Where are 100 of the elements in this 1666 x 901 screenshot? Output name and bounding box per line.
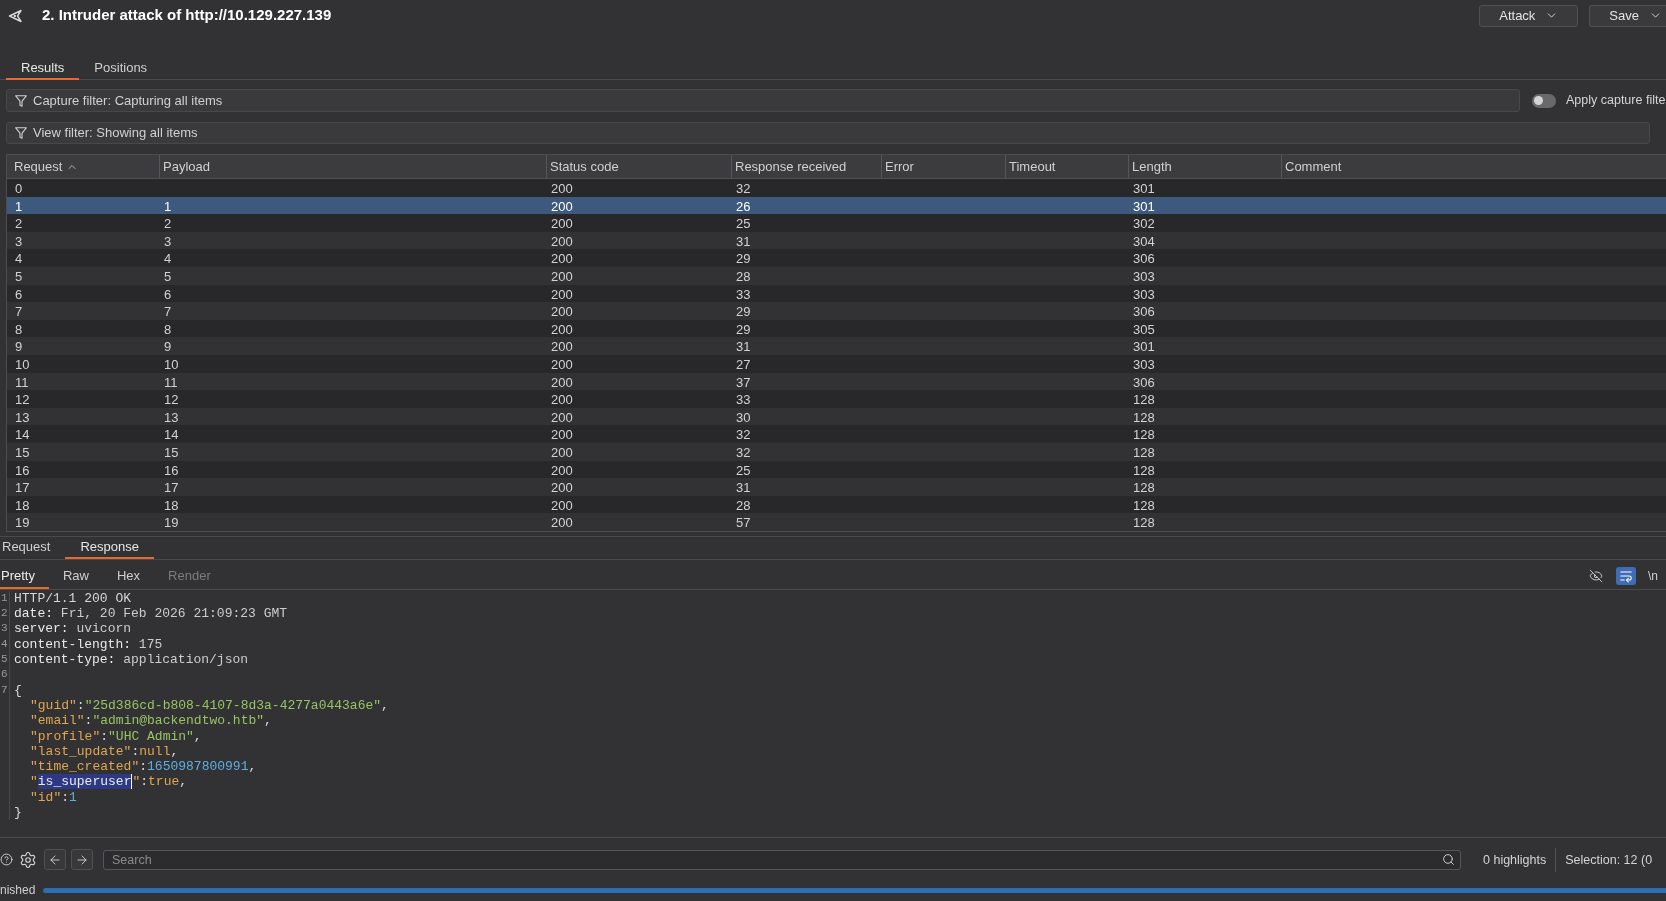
table-cell: 12 — [164, 392, 179, 408]
column-header[interactable]: Length — [1129, 155, 1282, 178]
line-number: 5 — [1, 653, 8, 666]
line-number: 7 — [1, 683, 8, 696]
table-cell: 7 — [164, 304, 172, 320]
table-cell: 57 — [736, 515, 751, 531]
table-cell: 303 — [1133, 356, 1155, 372]
tab[interactable]: Results — [6, 58, 80, 80]
table-cell: 200 — [551, 497, 573, 513]
table-cell: 2 — [15, 216, 23, 232]
table-cell: 9 — [164, 339, 172, 355]
table-cell: 12 — [15, 392, 30, 408]
table-cell: 30 — [736, 409, 751, 425]
table-cell: 302 — [1133, 216, 1155, 232]
table-cell: 32 — [736, 181, 751, 196]
newline-toggle-button[interactable]: \n — [1646, 567, 1660, 586]
table-row[interactable]: 12 12 200 33 128 — [7, 390, 1666, 408]
search-icon[interactable] — [1442, 853, 1455, 867]
table-cell: 31 — [736, 480, 751, 496]
toggle-switch[interactable] — [1532, 93, 1556, 108]
table-cell: 200 — [551, 304, 573, 320]
wrap-toggle-button[interactable] — [1616, 567, 1636, 586]
table-cell: 28 — [736, 268, 751, 284]
table-cell: 16 — [164, 462, 179, 478]
tab[interactable]: Positions — [79, 58, 163, 80]
code-line: "email":"admin@backendtwo.htb", — [30, 713, 272, 729]
settings-icon[interactable] — [19, 850, 37, 869]
table-row[interactable]: 0 200 32 301 — [7, 179, 1666, 197]
table-cell: 200 — [551, 198, 573, 214]
tab: Render — [154, 563, 225, 589]
code-line: HTTP/1.1 200 OK — [14, 590, 132, 606]
column-header[interactable]: Payload — [160, 155, 547, 178]
table-cell: 19 — [164, 515, 179, 531]
table-cell: 200 — [551, 444, 573, 460]
column-header[interactable]: Request — [7, 155, 160, 178]
table-cell: 29 — [736, 251, 751, 267]
code-line: server: uvicorn — [14, 621, 132, 637]
column-header[interactable]: Comment — [1282, 155, 1666, 178]
table-cell: 200 — [551, 233, 573, 249]
filter-bar[interactable]: View filter: Showing all items — [6, 122, 1650, 144]
table-cell: 18 — [15, 497, 30, 513]
column-header[interactable]: Response received — [732, 155, 882, 178]
triangle-icon[interactable] — [8, 8, 22, 23]
table-cell: 25 — [736, 216, 751, 232]
toggle-label: Apply capture filte — [1566, 92, 1666, 110]
help-icon[interactable] — [0, 853, 13, 867]
table-cell: 29 — [736, 304, 751, 320]
table-cell: 31 — [736, 233, 751, 249]
table-cell: 6 — [164, 286, 172, 302]
tab[interactable]: Hex — [103, 563, 155, 589]
filter-bar[interactable]: Capture filter: Capturing all items — [6, 89, 1520, 112]
table-cell: 0 — [15, 181, 23, 196]
table-row[interactable]: 4 4 200 29 306 — [7, 249, 1666, 267]
table-cell: 19 — [15, 515, 30, 531]
table-cell: 304 — [1133, 233, 1155, 249]
table-row[interactable]: 14 14 200 32 128 — [7, 425, 1666, 443]
highlights-count: 0 highlights — [1483, 851, 1547, 869]
table-row[interactable]: 2 2 200 25 302 — [7, 214, 1666, 232]
table-cell: 303 — [1133, 268, 1155, 284]
search-field[interactable]: Search — [103, 849, 1461, 870]
column-header[interactable]: Error — [882, 155, 1006, 178]
column-header[interactable]: Status code — [547, 155, 732, 178]
table-cell: 200 — [551, 374, 573, 390]
table-cell: 4 — [164, 251, 172, 267]
table-cell: 13 — [15, 409, 30, 425]
code-line: date: Fri, 20 Feb 2026 21:09:23 GMT — [14, 606, 288, 622]
table-cell: 17 — [15, 480, 30, 496]
table-cell: 200 — [551, 409, 573, 425]
table-cell: 15 — [164, 444, 179, 460]
tab[interactable]: Request — [0, 536, 66, 559]
dropdown-button[interactable]: Attack — [1479, 4, 1579, 27]
forward-button[interactable] — [71, 849, 93, 871]
table-cell: 11 — [15, 374, 29, 390]
table-cell: 6 — [15, 286, 23, 302]
table-cell: 11 — [164, 374, 178, 390]
column-header[interactable]: Timeout — [1006, 155, 1129, 178]
table-cell: 305 — [1133, 321, 1155, 337]
table-cell: 14 — [15, 427, 30, 443]
back-button[interactable] — [44, 849, 66, 871]
line-number: 1 — [1, 591, 8, 604]
table-cell: 200 — [551, 462, 573, 478]
tab[interactable]: Raw — [48, 563, 103, 589]
code-line: "id":1 — [30, 789, 77, 805]
table-cell: 303 — [1133, 286, 1155, 302]
window-title: 2. Intruder attack of http://10.129.227.139 — [42, 5, 332, 26]
table-cell: 301 — [1133, 198, 1155, 214]
table-cell: 29 — [736, 321, 751, 337]
table-cell: 200 — [551, 321, 573, 337]
tab[interactable]: Response — [65, 536, 154, 559]
table-cell: 128 — [1133, 392, 1155, 408]
tab[interactable]: Pretty — [0, 563, 49, 589]
table-cell: 200 — [551, 181, 573, 196]
table-cell: 32 — [736, 444, 751, 460]
line-number: 3 — [1, 622, 8, 635]
table-cell: 3 — [164, 233, 172, 249]
dropdown-button[interactable]: Save — [1589, 4, 1666, 27]
table-cell: 17 — [164, 480, 179, 496]
code-line: content-length: 175 — [14, 636, 163, 652]
line-number: 2 — [1, 607, 8, 620]
table-cell: 200 — [551, 356, 573, 372]
